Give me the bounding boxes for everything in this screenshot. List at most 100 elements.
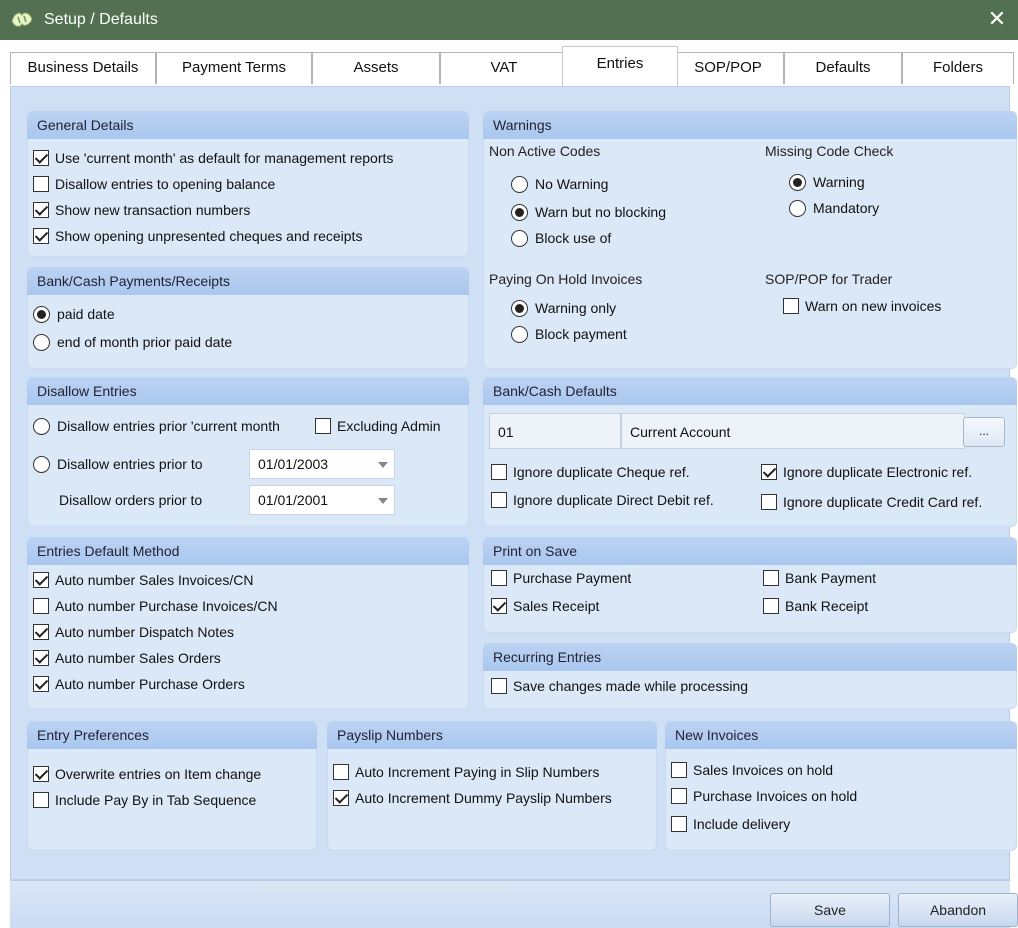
auto-increment-paying-in-checkbox[interactable]: Auto Increment Paying in Slip Numbers — [333, 761, 599, 783]
checkbox-box[interactable] — [491, 570, 507, 586]
excluding-admin-checkbox[interactable]: Excluding Admin — [315, 415, 441, 437]
no-warning-radio[interactable]: No Warning — [511, 173, 608, 195]
radio-button[interactable] — [511, 325, 528, 343]
tab-assets[interactable]: Assets — [312, 52, 440, 84]
checkbox-box[interactable] — [491, 464, 507, 480]
tab-vat[interactable]: VAT — [440, 52, 568, 84]
checkbox-box[interactable] — [763, 598, 779, 614]
bank-account-name-field[interactable]: Current Account — [621, 413, 965, 449]
disallow-entries-date-picker[interactable]: 01/01/2003 — [249, 449, 395, 479]
dropdown-arrow-icon[interactable] — [378, 498, 388, 504]
checkbox-box[interactable] — [491, 598, 507, 614]
radio-button[interactable] — [33, 455, 50, 473]
paid-date-radio[interactable]: paid date — [33, 303, 115, 325]
dropdown-arrow-icon[interactable] — [378, 462, 388, 468]
checkbox-box[interactable] — [33, 624, 49, 640]
checkbox-box[interactable] — [671, 816, 687, 832]
radio-button[interactable] — [511, 299, 528, 317]
general-details-header: General Details — [27, 111, 469, 139]
checkbox-box[interactable] — [333, 764, 349, 780]
radio-button[interactable] — [511, 203, 528, 221]
block-payment-radio[interactable]: Block payment — [511, 323, 627, 345]
radio-button[interactable] — [33, 333, 50, 351]
ignore-duplicate-cheque-checkbox[interactable]: Ignore duplicate Cheque ref. — [491, 461, 690, 483]
checkbox-box[interactable] — [761, 494, 777, 510]
ignore-duplicate-electronic-checkbox[interactable]: Ignore duplicate Electronic ref. — [761, 461, 972, 483]
checkbox-box[interactable] — [33, 792, 49, 808]
auto-number-dispatch-notes-checkbox[interactable]: Auto number Dispatch Notes — [33, 621, 234, 643]
checkbox-box[interactable] — [671, 788, 687, 804]
checkbox-box[interactable] — [783, 298, 799, 314]
disallow-prior-to-radio[interactable]: Disallow entries prior to — [33, 453, 203, 475]
abandon-button[interactable]: Abandon — [898, 893, 1018, 927]
tab-defaults[interactable]: Defaults — [784, 52, 902, 84]
checkbox-box[interactable] — [761, 464, 777, 480]
close-icon[interactable]: ✕ — [982, 4, 1012, 34]
missing-code-warning-radio[interactable]: Warning — [789, 171, 865, 193]
bank-cash-payments-panel: Bank/Cash Payments/Receipts paid date en… — [27, 267, 469, 369]
checkbox-box[interactable] — [671, 762, 687, 778]
browse-account-button[interactable]: ... — [963, 417, 1005, 447]
purchase-invoices-on-hold-checkbox[interactable]: Purchase Invoices on hold — [671, 785, 857, 807]
show-unpresented-cheques-checkbox[interactable]: Show opening unpresented cheques and rec… — [33, 225, 362, 247]
print-on-save-panel: Print on Save Purchase Payment Bank Paym… — [483, 537, 1017, 633]
auto-number-sales-orders-checkbox[interactable]: Auto number Sales Orders — [33, 647, 221, 669]
auto-number-sales-invoices-checkbox[interactable]: Auto number Sales Invoices/CN — [33, 569, 253, 591]
checkbox-box[interactable] — [315, 418, 331, 434]
warning-only-radio[interactable]: Warning only — [511, 297, 616, 319]
disallow-prior-current-month-radio[interactable]: Disallow entries prior 'current month — [33, 415, 280, 437]
auto-number-purchase-invoices-checkbox[interactable]: Auto number Purchase Invoices/CN — [33, 595, 278, 617]
tab-entries[interactable]: Entries — [562, 46, 678, 86]
checkbox-box[interactable] — [33, 650, 49, 666]
include-pay-by-checkbox[interactable]: Include Pay By in Tab Sequence — [33, 789, 256, 811]
tab-business-details[interactable]: Business Details — [10, 52, 156, 84]
radio-button[interactable] — [511, 229, 528, 247]
checkbox-box[interactable] — [33, 676, 49, 692]
tab-folders[interactable]: Folders — [902, 52, 1014, 84]
radio-button[interactable] — [789, 199, 806, 217]
sales-receipt-checkbox[interactable]: Sales Receipt — [491, 595, 599, 617]
warn-new-invoices-checkbox[interactable]: Warn on new invoices — [783, 295, 941, 317]
warn-no-blocking-radio[interactable]: Warn but no blocking — [511, 201, 666, 223]
bank-payment-checkbox[interactable]: Bank Payment — [763, 567, 876, 589]
save-changes-processing-checkbox[interactable]: Save changes made while processing — [491, 675, 748, 697]
checkbox-box[interactable] — [491, 492, 507, 508]
checkbox-box[interactable] — [33, 228, 49, 244]
ignore-duplicate-direct-debit-checkbox[interactable]: Ignore duplicate Direct Debit ref. — [491, 489, 714, 511]
show-transaction-numbers-checkbox[interactable]: Show new transaction numbers — [33, 199, 250, 221]
auto-number-purchase-orders-checkbox[interactable]: Auto number Purchase Orders — [33, 673, 245, 695]
radio-button[interactable] — [33, 305, 50, 323]
checkbox-box[interactable] — [763, 570, 779, 586]
checkbox-box[interactable] — [333, 790, 349, 806]
overwrite-entries-checkbox[interactable]: Overwrite entries on Item change — [33, 763, 261, 785]
auto-increment-dummy-payslip-checkbox[interactable]: Auto Increment Dummy Payslip Numbers — [333, 787, 612, 809]
radio-button[interactable] — [789, 173, 806, 191]
use-current-month-checkbox[interactable]: Use 'current month' as default for manag… — [33, 147, 393, 169]
checkbox-box[interactable] — [33, 766, 49, 782]
ignore-duplicate-credit-card-checkbox[interactable]: Ignore duplicate Credit Card ref. — [761, 491, 982, 513]
block-use-of-radio[interactable]: Block use of — [511, 227, 611, 249]
radio-button[interactable] — [33, 417, 50, 435]
end-of-month-radio[interactable]: end of month prior paid date — [33, 331, 232, 353]
radio-button[interactable] — [511, 175, 528, 193]
tab-sop-pop[interactable]: SOP/POP — [672, 52, 784, 84]
checkbox-box[interactable] — [491, 678, 507, 694]
save-button[interactable]: Save — [770, 893, 890, 927]
tab-payment-terms[interactable]: Payment Terms — [156, 52, 312, 84]
checkbox-box[interactable] — [33, 176, 49, 192]
bank-receipt-checkbox[interactable]: Bank Receipt — [763, 595, 868, 617]
checkbox-box[interactable] — [33, 150, 49, 166]
disallow-entries-panel: Disallow Entries Disallow entries prior … — [27, 377, 469, 527]
checkbox-box[interactable] — [33, 202, 49, 218]
purchase-payment-checkbox[interactable]: Purchase Payment — [491, 567, 631, 589]
sales-invoices-on-hold-checkbox[interactable]: Sales Invoices on hold — [671, 759, 833, 781]
disallow-opening-balance-checkbox[interactable]: Disallow entries to opening balance — [33, 173, 275, 195]
disallow-orders-date-picker[interactable]: 01/01/2001 — [249, 485, 395, 515]
checkbox-box[interactable] — [33, 598, 49, 614]
checkbox-box[interactable] — [33, 572, 49, 588]
warnings-panel: Warnings Non Active Codes No Warning War… — [483, 111, 1017, 369]
recurring-entries-header: Recurring Entries — [483, 643, 1017, 671]
mandatory-radio[interactable]: Mandatory — [789, 197, 879, 219]
include-delivery-checkbox[interactable]: Include delivery — [671, 813, 790, 835]
bank-code-field[interactable]: 01 — [489, 413, 621, 449]
